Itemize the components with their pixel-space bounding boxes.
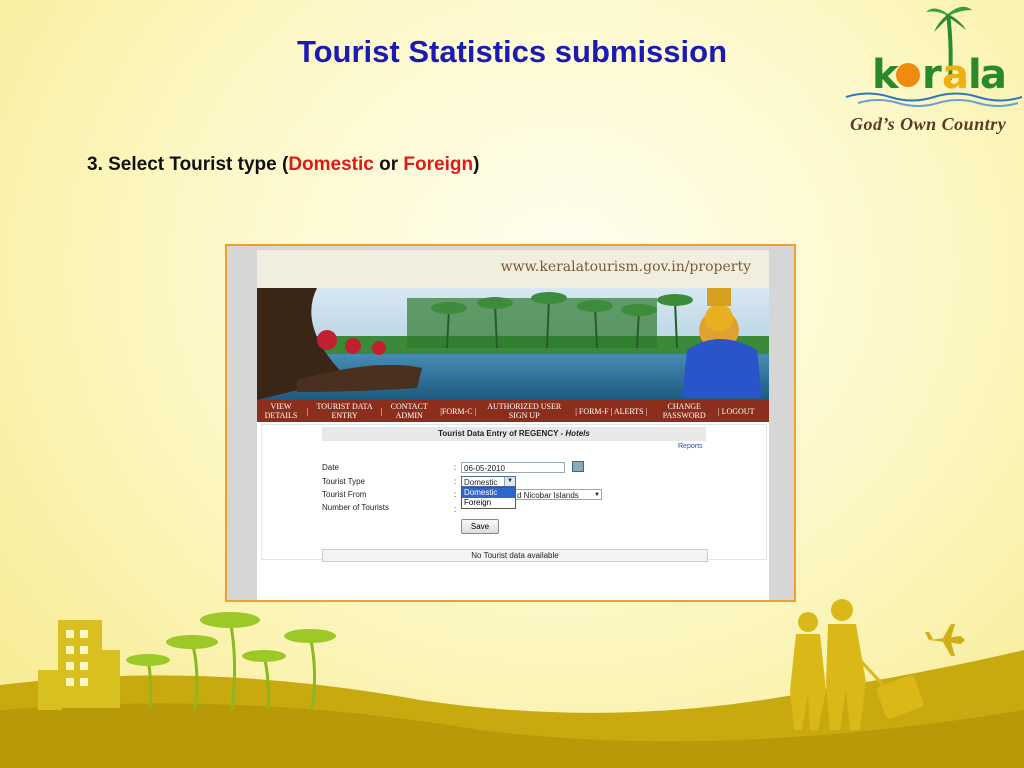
form-heading-main: Tourist Data Entry of REGENCY - <box>438 429 566 438</box>
screenshot-frame: www.keralatourism.gov.in/property VIEW D… <box>225 244 796 602</box>
number-of-tourists-label: Number of Tourists <box>322 503 389 512</box>
main-navbar: VIEW DETAILS | TOURIST DATA ENTRY | CONT… <box>257 400 769 422</box>
dropdown-arrow-icon[interactable]: ▼ <box>504 477 515 486</box>
chevron-down-icon: ▼ <box>594 492 600 498</box>
save-button[interactable]: Save <box>461 519 499 534</box>
nav-logout[interactable]: | LOGOUT <box>712 407 760 416</box>
nav-contact-admin[interactable]: CONTACT ADMIN <box>384 402 434 420</box>
step-instruction: 3. Select Tourist type (Domestic or Fore… <box>87 154 479 176</box>
tourist-type-dropdown: Domestic Foreign <box>461 487 516 509</box>
number-of-tourists-colon: : <box>454 505 457 514</box>
kerala-logo-graphic: k r a l a <box>845 6 1023 107</box>
form-heading: Tourist Data Entry of REGENCY - Hotels <box>322 427 706 441</box>
date-input[interactable]: 06-05-2010 <box>461 462 565 473</box>
svg-text:r: r <box>922 52 942 98</box>
tourist-from-select[interactable]: d Nicobar Islands ▼ <box>514 489 602 500</box>
tourist-from-colon: : <box>454 490 457 499</box>
tourist-type-label: Tourist Type <box>322 477 365 486</box>
calendar-icon[interactable] <box>572 461 584 472</box>
tourist-type-option-foreign[interactable]: Foreign <box>462 498 515 508</box>
date-colon: : <box>454 463 457 472</box>
tourist-type-colon: : <box>454 477 457 486</box>
svg-text:k: k <box>872 52 900 98</box>
tourist-type-select[interactable]: Domestic ▼ <box>461 476 516 487</box>
kerala-logo: k r a l a God’s Own Country <box>838 0 1024 140</box>
tourist-type-option-domestic[interactable]: Domestic <box>462 488 515 498</box>
step-suffix: ) <box>473 154 480 175</box>
step-or: or <box>373 154 404 175</box>
website-page: www.keralatourism.gov.in/property VIEW D… <box>257 250 769 600</box>
date-label: Date <box>322 463 339 472</box>
no-data-message: No Tourist data available <box>322 549 708 562</box>
site-header: www.keralatourism.gov.in/property <box>257 250 769 288</box>
form-heading-type: Hotels <box>565 429 590 438</box>
site-url: www.keralatourism.gov.in/property <box>500 259 751 275</box>
nav-form-c[interactable]: |FORM-C | <box>434 407 482 416</box>
svg-text:a: a <box>980 52 1007 98</box>
nav-view-details[interactable]: VIEW DETAILS <box>257 402 305 420</box>
tourist-data-form: Tourist Data Entry of REGENCY - Hotels R… <box>261 424 767 562</box>
nav-change-password[interactable]: CHANGE PASSWORD <box>656 402 712 420</box>
nav-authorized-user-signup[interactable]: AUTHORIZED USER SIGN UP <box>482 402 566 420</box>
svg-text:a: a <box>942 52 969 98</box>
step-foreign: Foreign <box>403 154 474 175</box>
step-domestic: Domestic <box>288 154 374 175</box>
banner-image <box>257 288 769 400</box>
bottom-illustration <box>0 599 1024 768</box>
tourist-from-selected: d Nicobar Islands <box>517 491 579 500</box>
tourist-type-selected: Domestic <box>464 478 498 487</box>
step-prefix: 3. Select Tourist type ( <box>87 154 289 175</box>
nav-tourist-data-entry[interactable]: TOURIST DATA ENTRY <box>311 402 379 420</box>
nav-form-f-alerts[interactable]: | FORM-F | ALERTS | <box>566 407 656 416</box>
tourist-from-label: Tourist From <box>322 490 367 499</box>
logo-tagline: God’s Own Country <box>850 114 1007 134</box>
reports-link[interactable]: Reports <box>678 443 703 450</box>
